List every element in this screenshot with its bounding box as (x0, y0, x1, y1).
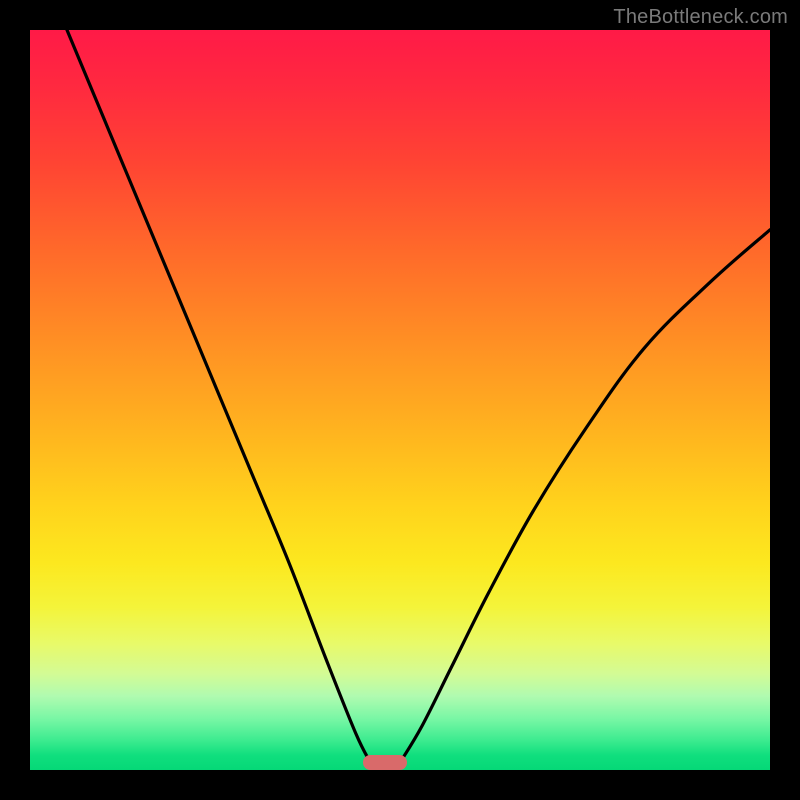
curve-layer (30, 30, 770, 770)
watermark-text: TheBottleneck.com (613, 6, 788, 29)
chart-frame: TheBottleneck.com (0, 0, 800, 800)
curve-right-branch (400, 230, 770, 763)
curve-left-branch (67, 30, 370, 763)
plot-area (30, 30, 770, 770)
optimal-marker (363, 755, 407, 770)
